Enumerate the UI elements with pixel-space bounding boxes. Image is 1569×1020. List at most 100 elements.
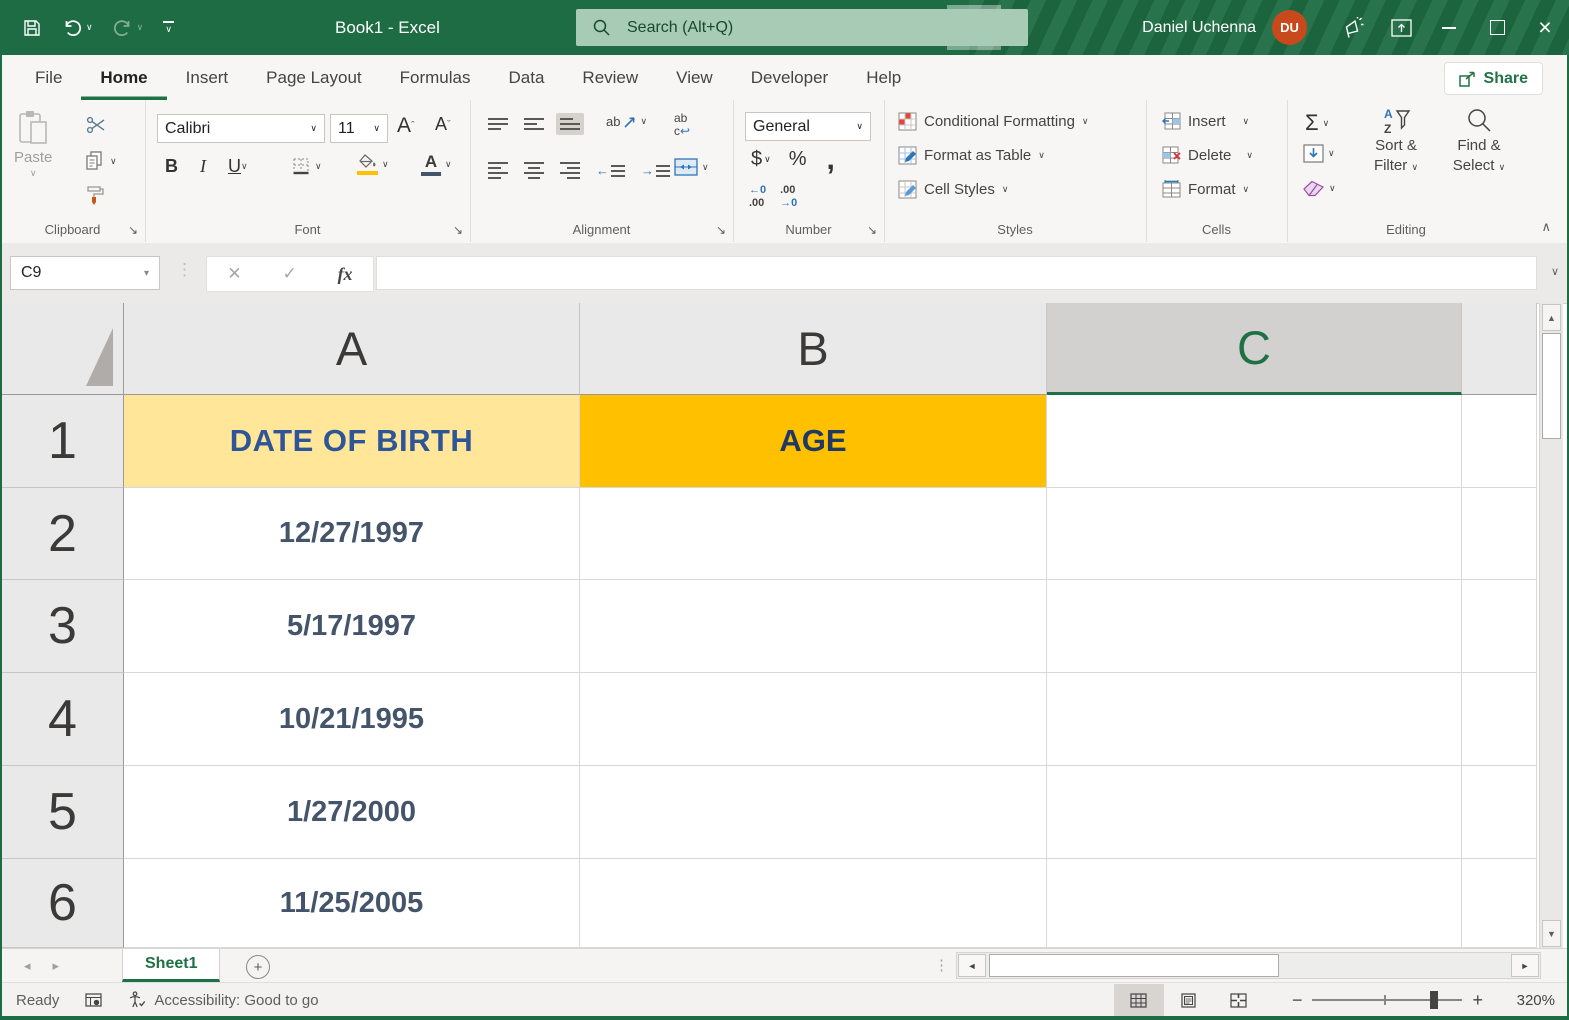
tab-home[interactable]: Home: [81, 55, 166, 100]
zoom-slider[interactable]: [1312, 999, 1462, 1001]
tab-data[interactable]: Data: [490, 55, 564, 100]
zoom-out-icon[interactable]: −: [1282, 990, 1313, 1011]
enter-icon[interactable]: ✓: [282, 264, 296, 284]
autosum-button[interactable]: Σ∨: [1305, 110, 1329, 136]
page-break-preview-button[interactable]: [1214, 984, 1264, 1017]
font-color-button[interactable]: A ∨: [421, 153, 452, 176]
cell-c1[interactable]: [1047, 395, 1462, 488]
scroll-up-icon[interactable]: ▲: [1542, 304, 1561, 331]
align-left-button[interactable]: [488, 162, 508, 179]
insert-cells-button[interactable]: Insert∨: [1162, 112, 1249, 130]
new-sheet-button[interactable]: +: [246, 955, 270, 979]
cell-d6[interactable]: [1462, 859, 1537, 948]
paste-button[interactable]: Paste ∨: [14, 110, 52, 178]
number-format-select[interactable]: General∨: [745, 112, 871, 141]
cell-d3[interactable]: [1462, 580, 1537, 673]
maximize-button[interactable]: [1473, 0, 1521, 55]
format-as-table-button[interactable]: Format as Table∨: [898, 146, 1045, 165]
format-cells-button[interactable]: Format∨: [1162, 180, 1249, 198]
wrap-text-button[interactable]: ab c↩: [674, 112, 690, 138]
cell-a2[interactable]: 12/27/1997: [124, 488, 580, 580]
fill-color-button[interactable]: ∨: [357, 154, 389, 175]
cell-b5[interactable]: [580, 766, 1047, 859]
font-dialog-launcher-icon[interactable]: ↘: [453, 224, 463, 236]
align-center-button[interactable]: [524, 162, 544, 179]
next-sheet-icon[interactable]: ▸: [53, 958, 60, 974]
comma-style-button[interactable]: ,: [827, 151, 835, 169]
font-size-select[interactable]: 11∨: [330, 114, 388, 143]
increase-decimal-button[interactable]: ←0.00: [749, 184, 766, 209]
redo-button[interactable]: ∨: [113, 18, 144, 38]
scroll-down-icon[interactable]: ▼: [1542, 920, 1561, 947]
normal-view-button[interactable]: [1114, 984, 1164, 1017]
scrollbar-resize-handle[interactable]: ⋮: [934, 956, 949, 974]
copy-button[interactable]: ∨: [84, 150, 117, 172]
fill-button[interactable]: ∨: [1303, 144, 1335, 163]
row-header-3[interactable]: 3: [2, 580, 124, 673]
cell-d5[interactable]: [1462, 766, 1537, 859]
delete-cells-button[interactable]: Delete∨: [1162, 146, 1253, 164]
sheet-tab-sheet1[interactable]: Sheet1: [122, 949, 220, 982]
user-name[interactable]: Daniel Uchenna: [1142, 19, 1256, 37]
number-dialog-launcher-icon[interactable]: ↘: [867, 224, 877, 236]
row-header-2[interactable]: 2: [2, 488, 124, 580]
clipboard-dialog-launcher-icon[interactable]: ↘: [128, 224, 138, 236]
alignment-dialog-launcher-icon[interactable]: ↘: [716, 224, 726, 236]
bottom-align-button[interactable]: [556, 113, 584, 135]
redo-chevron-icon[interactable]: ∨: [137, 23, 144, 32]
cell-styles-button[interactable]: Cell Styles∨: [898, 180, 1008, 199]
horizontal-scrollbar[interactable]: ◄ ►: [956, 952, 1541, 979]
row-header-1[interactable]: 1: [2, 395, 124, 488]
tab-view[interactable]: View: [657, 55, 732, 100]
decrease-font-size-button[interactable]: Aˇ: [435, 114, 451, 135]
page-layout-view-button[interactable]: [1164, 984, 1214, 1017]
undo-chevron-icon[interactable]: ∨: [86, 23, 93, 32]
cell-a3[interactable]: 5/17/1997: [124, 580, 580, 673]
cancel-icon[interactable]: ✕: [227, 264, 241, 284]
coming-soon-button[interactable]: [1329, 0, 1377, 55]
row-header-5[interactable]: 5: [2, 766, 124, 859]
cell-d4[interactable]: [1462, 673, 1537, 766]
cell-c2[interactable]: [1047, 488, 1462, 580]
cell-c4[interactable]: [1047, 673, 1462, 766]
row-header-6[interactable]: 6: [2, 859, 124, 948]
accessibility-status[interactable]: Accessibility: Good to go: [128, 991, 318, 1009]
cell-b6[interactable]: [580, 859, 1047, 948]
prev-sheet-icon[interactable]: ◂: [24, 958, 31, 974]
column-header-c[interactable]: C: [1047, 303, 1462, 395]
sort-filter-button[interactable]: AZ Sort &Filter ∨: [1355, 106, 1437, 177]
scroll-left-icon[interactable]: ◄: [958, 954, 986, 977]
italic-button[interactable]: I: [200, 156, 206, 177]
customize-quick-access-button[interactable]: ∨: [163, 21, 174, 34]
ribbon-display-options-button[interactable]: [1377, 0, 1425, 55]
avatar[interactable]: DU: [1272, 10, 1307, 45]
tab-insert[interactable]: Insert: [167, 55, 248, 100]
column-header-a[interactable]: A: [124, 303, 580, 395]
cell-a5[interactable]: 1/27/2000: [124, 766, 580, 859]
name-box-dropdown-icon[interactable]: ▾: [144, 268, 149, 279]
share-button[interactable]: Share: [1444, 62, 1543, 95]
conditional-formatting-button[interactable]: Conditional Formatting∨: [898, 112, 1089, 131]
middle-align-button[interactable]: [524, 118, 544, 130]
cell-a6[interactable]: 11/25/2005: [124, 859, 580, 948]
zoom-level[interactable]: 320%: [1493, 992, 1555, 1009]
formula-input[interactable]: [377, 257, 1540, 291]
font-name-select[interactable]: Calibri∨: [157, 114, 325, 143]
scroll-right-icon[interactable]: ►: [1511, 954, 1539, 977]
horizontal-scrollbar-thumb[interactable]: [989, 954, 1279, 977]
accounting-format-chevron-icon[interactable]: ∨: [764, 155, 771, 164]
align-right-button[interactable]: [560, 162, 580, 179]
search-box[interactable]: [576, 9, 1028, 46]
macro-record-button[interactable]: [85, 993, 102, 1008]
bold-button[interactable]: B: [165, 156, 178, 177]
name-box[interactable]: C9 ▾: [10, 256, 160, 290]
borders-button[interactable]: ∨: [291, 156, 322, 176]
cell-c5[interactable]: [1047, 766, 1462, 859]
formula-bar-drag-handle[interactable]: ⋮: [176, 260, 193, 280]
underline-button[interactable]: U∨: [228, 156, 248, 177]
cut-button[interactable]: [86, 116, 106, 134]
cell-d2[interactable]: [1462, 488, 1537, 580]
cell-b2[interactable]: [580, 488, 1047, 580]
clear-button[interactable]: ∨: [1303, 180, 1336, 197]
accounting-format-button[interactable]: $: [751, 148, 762, 171]
